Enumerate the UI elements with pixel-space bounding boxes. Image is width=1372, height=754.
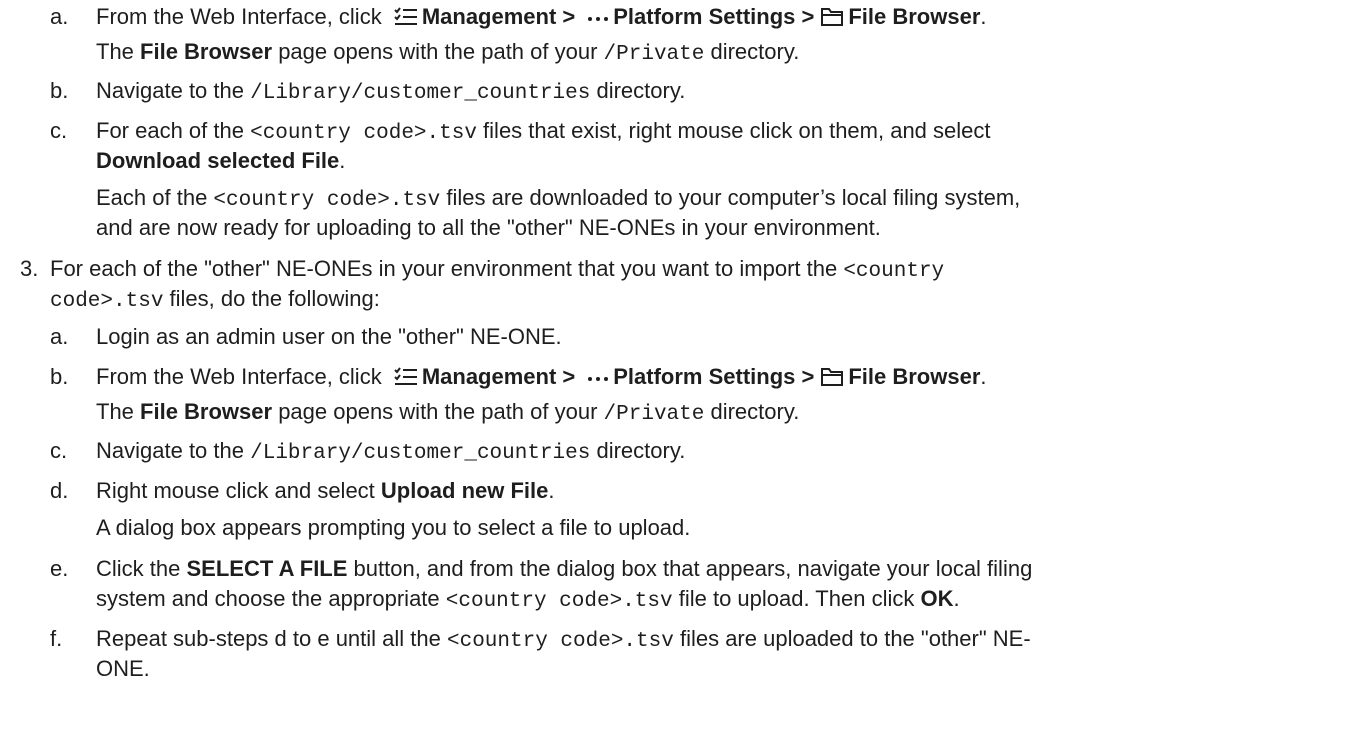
note-text: page opens with the path of your <box>272 39 604 64</box>
note-text: page opens with the path of your <box>272 399 604 424</box>
period: . <box>953 586 960 611</box>
path-code: /Library/customer_countries <box>250 82 591 105</box>
step-2a-text: From the Web Interface, click Management… <box>96 2 987 36</box>
note-text: The <box>96 39 141 64</box>
step-text: Repeat sub-steps d to e until all the <box>96 626 447 651</box>
platform-settings-link: Platform Settings > <box>613 364 815 389</box>
step-3-text: For each of the "other" NE-ONEs in your … <box>50 254 944 287</box>
file-browser-term: File Browser <box>140 39 273 64</box>
list-marker: e. <box>50 556 69 581</box>
folder-icon <box>820 6 844 36</box>
folder-icon <box>820 366 844 396</box>
step-text: button, and from the dialog box that app… <box>347 556 1033 581</box>
step-3b-text: From the Web Interface, click Management… <box>96 362 987 396</box>
nav-instruction: From the Web Interface, click <box>96 364 388 389</box>
upload-new-file-term: Upload new File <box>380 478 549 503</box>
step-text: files that exist, right mouse click on t… <box>476 118 991 143</box>
document-page: a. From the Web Interface, click Managem… <box>0 0 1372 754</box>
management-link: Management > <box>421 364 576 389</box>
list-checks-icon <box>394 6 418 36</box>
step-text: directory. <box>590 78 686 103</box>
list-marker: b. <box>50 364 69 389</box>
note-text: The <box>96 399 141 424</box>
step-3e-text: Click the SELECT A FILE button, and from… <box>96 554 1032 584</box>
download-selected-file-term: Download selected File <box>96 148 340 173</box>
step-2c-note: Each of the <country code>.tsv files are… <box>96 183 1020 216</box>
step-3f-text: Repeat sub-steps d to e until all the <c… <box>96 624 1031 657</box>
step-text: files, do the following: <box>163 286 380 311</box>
note-text: files are downloaded to your computer’s … <box>440 185 1021 210</box>
ok-term: OK <box>920 586 954 611</box>
step-3a-text: Login as an admin user on the "other" NE… <box>96 324 562 349</box>
list-marker: c. <box>50 438 68 463</box>
period: . <box>339 148 346 173</box>
ellipsis-icon <box>587 366 609 396</box>
period: . <box>980 4 987 29</box>
list-marker: a. <box>50 324 69 349</box>
step-text: files are uploaded to the "other" NE- <box>673 626 1031 651</box>
note-text: directory. <box>704 399 800 424</box>
step-2a: a. <box>50 2 68 32</box>
list-checks-icon <box>394 366 418 396</box>
period: . <box>548 478 555 503</box>
filename-code: code>.tsv <box>50 290 164 313</box>
filename-code: <country <box>843 260 945 283</box>
step-3f-text-2: ONE. <box>96 656 150 681</box>
step-text: system and choose the appropriate <box>96 586 446 611</box>
period: . <box>980 364 987 389</box>
step-2a-note: The File Browser page opens with the pat… <box>96 37 799 70</box>
nav-instruction: From the Web Interface, click <box>96 4 388 29</box>
platform-settings-link: Platform Settings > <box>613 4 815 29</box>
step-text: directory. <box>590 438 686 463</box>
step-2c-action: Download selected File. <box>96 146 345 176</box>
step-2b-text: Navigate to the /Library/customer_countr… <box>96 76 685 109</box>
management-link: Management > <box>421 4 576 29</box>
filename-code: <country code>.tsv <box>447 630 674 653</box>
list-marker: c. <box>50 118 68 143</box>
note-text: Each of the <box>96 185 214 210</box>
step-3b-note: The File Browser page opens with the pat… <box>96 397 799 430</box>
step-text: Click the <box>96 556 187 581</box>
step-text: For each of the <box>96 118 251 143</box>
list-marker: 3. <box>20 256 39 281</box>
step-3d-note: A dialog box appears prompting you to se… <box>96 515 691 540</box>
list-marker: d. <box>50 478 69 503</box>
step-3-text-2: code>.tsv files, do the following: <box>50 284 380 317</box>
ellipsis-icon <box>587 6 609 36</box>
file-browser-term: File Browser <box>140 399 273 424</box>
select-a-file-term: SELECT A FILE <box>186 556 348 581</box>
step-3c-text: Navigate to the /Library/customer_countr… <box>96 436 685 469</box>
step-text: Navigate to the <box>96 78 251 103</box>
step-3d-text: Right mouse click and select Upload new … <box>96 476 555 506</box>
step-3e-text-2: system and choose the appropriate <count… <box>96 584 960 617</box>
step-2c-text: For each of the <country code>.tsv files… <box>96 116 1358 149</box>
step-text: file to upload. Then click <box>672 586 921 611</box>
path-code: /Library/customer_countries <box>250 442 591 465</box>
note-text: directory. <box>704 39 800 64</box>
filename-code: <country code>.tsv <box>250 122 477 145</box>
step-2c-note-2: and are now ready for uploading to all t… <box>96 215 881 240</box>
file-browser-link: File Browser <box>848 4 981 29</box>
step-text: Navigate to the <box>96 438 251 463</box>
list-marker: b. <box>50 78 69 103</box>
list-marker: f. <box>50 626 63 651</box>
file-browser-link: File Browser <box>848 364 981 389</box>
path-code: /Private <box>603 403 705 426</box>
filename-code: <country code>.tsv <box>213 189 441 212</box>
list-marker: a. <box>50 4 69 29</box>
step-text: Right mouse click and select <box>96 478 381 503</box>
step-text: For each of the "other" NE-ONEs in your … <box>50 256 844 281</box>
filename-code: <country code>.tsv <box>445 590 673 613</box>
path-code: /Private <box>603 43 705 66</box>
